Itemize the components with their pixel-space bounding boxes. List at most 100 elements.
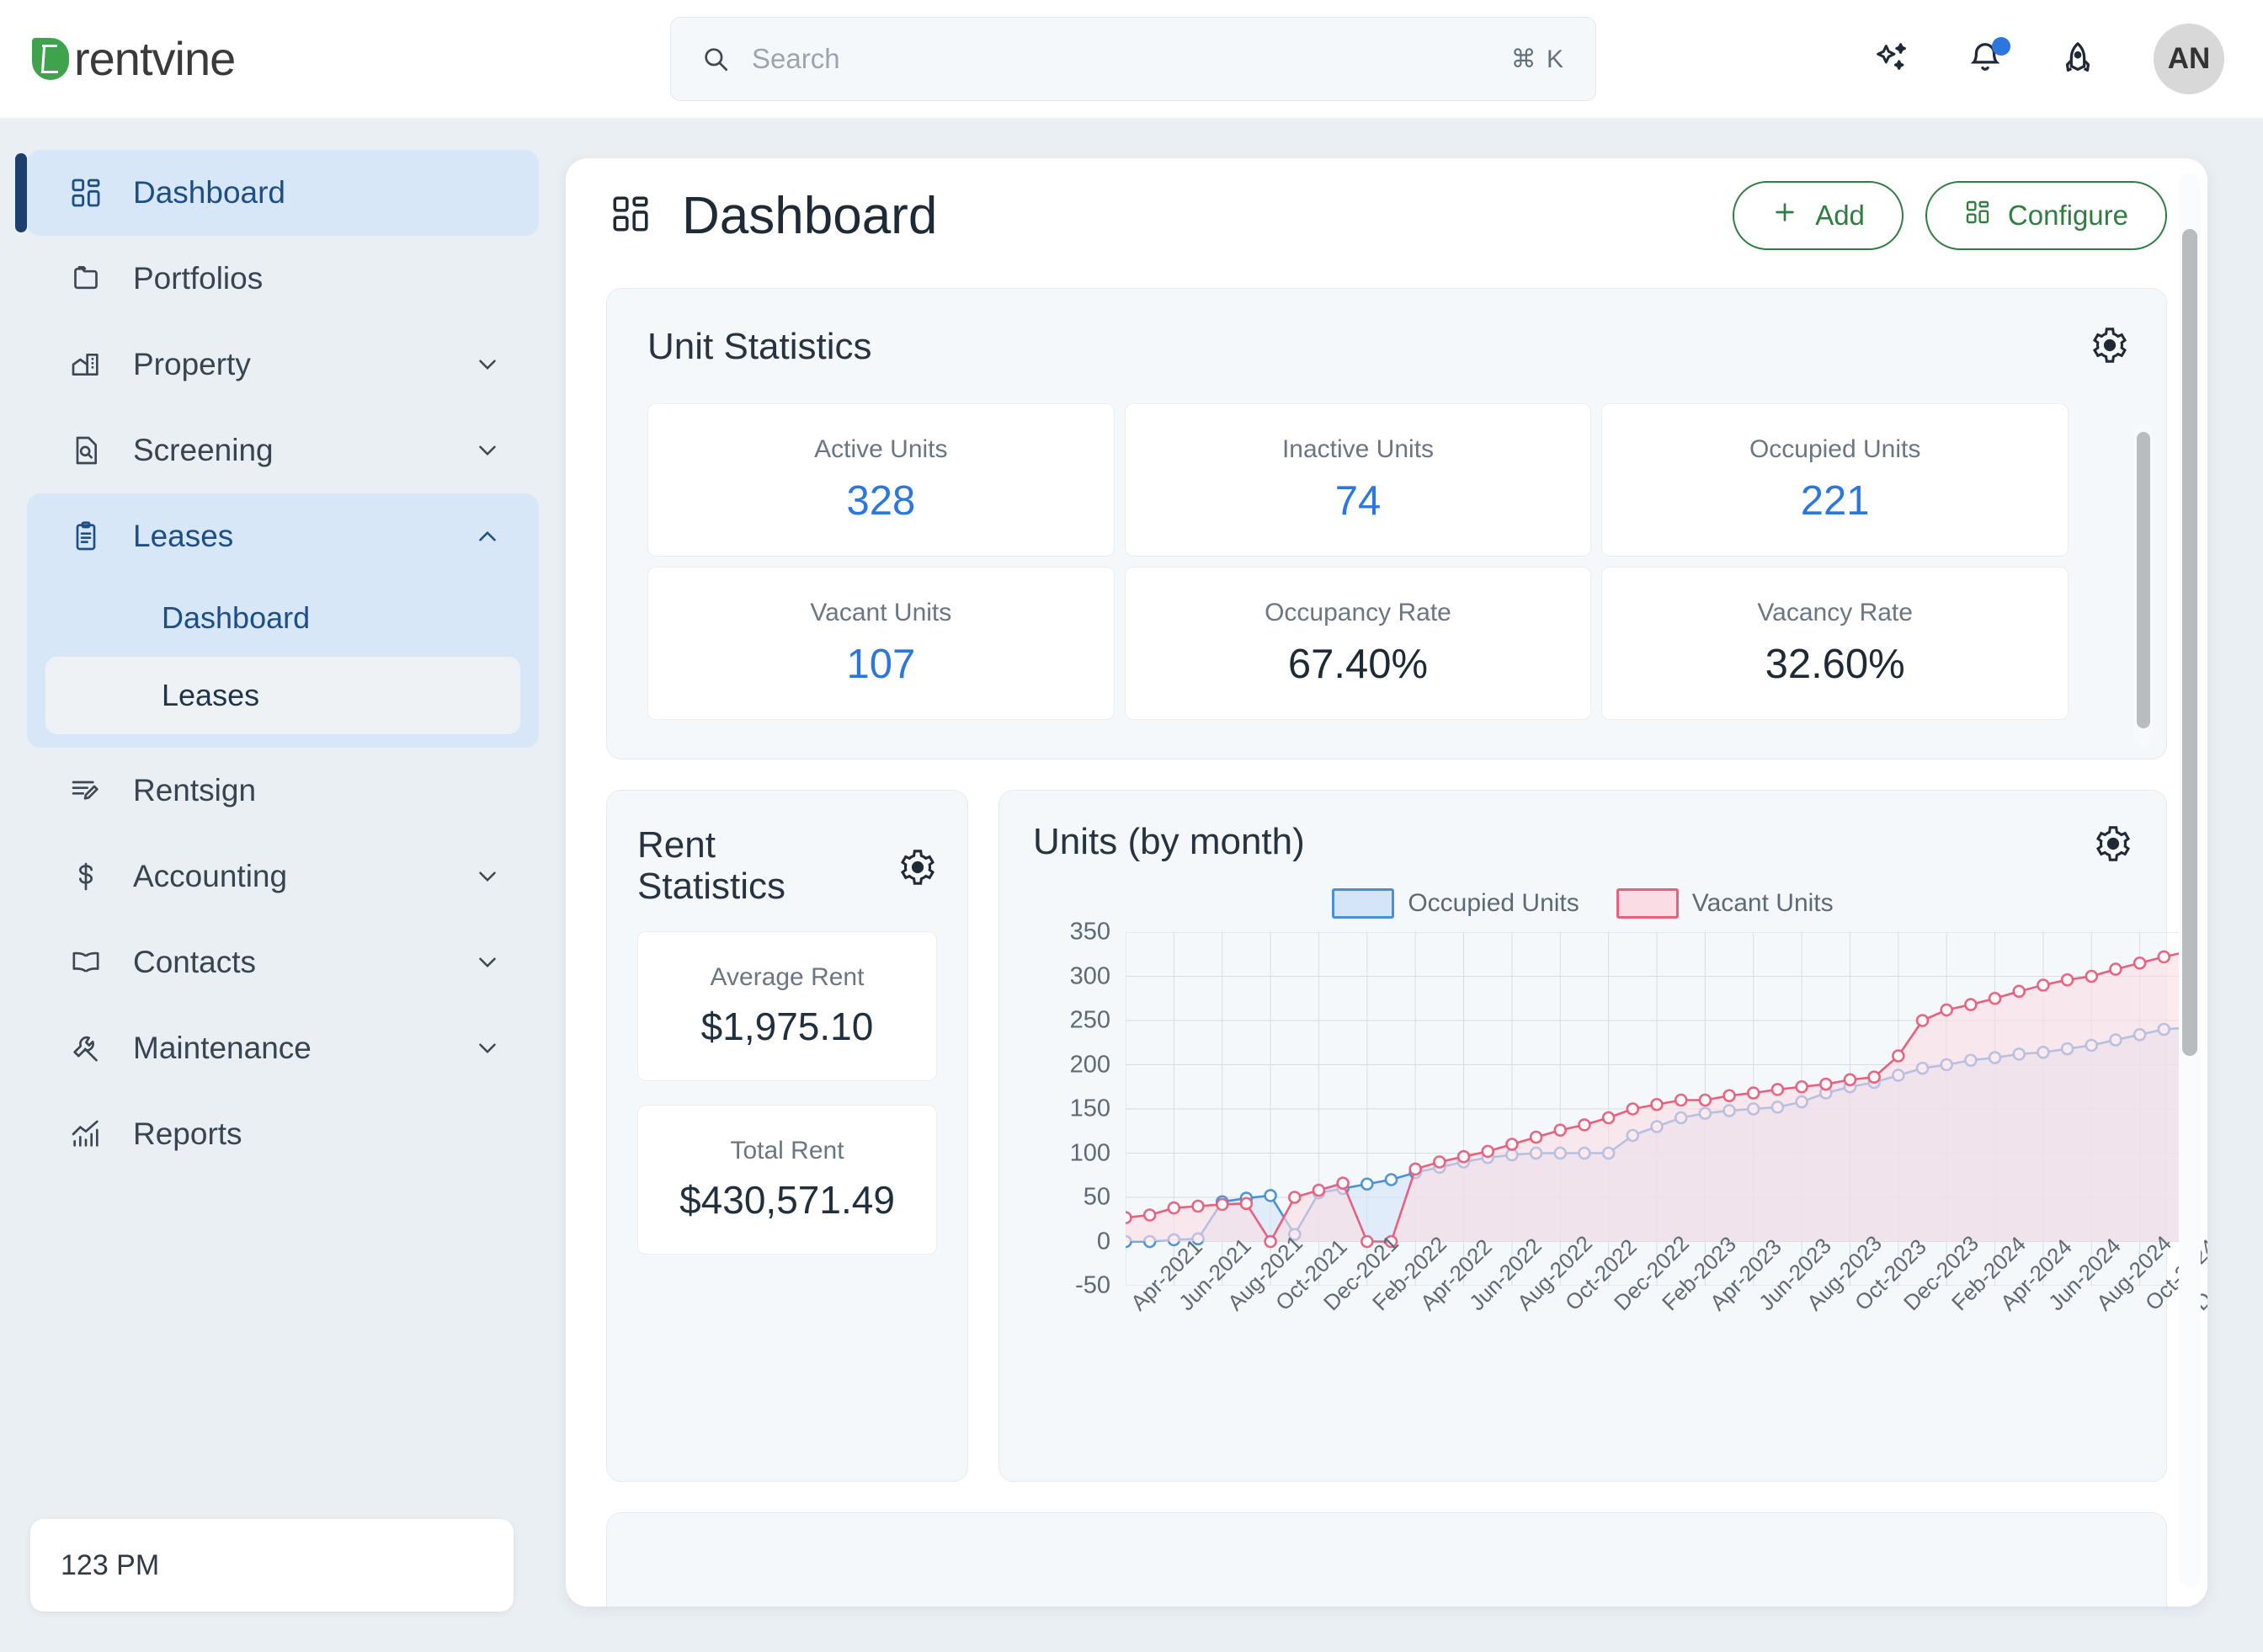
- rent-stat-value: $430,571.49: [679, 1177, 895, 1222]
- rocket-icon[interactable]: [2054, 35, 2101, 83]
- chevron-up-icon: [473, 522, 502, 551]
- scrollbar-thumb[interactable]: [2182, 229, 2197, 1056]
- rent-stat-card: Average Rent $1,975.10: [637, 930, 937, 1081]
- sidebar-item-reports[interactable]: Reports: [27, 1091, 539, 1177]
- add-button[interactable]: Add: [1733, 181, 1904, 250]
- y-axis-tick: 350: [1069, 918, 1110, 946]
- chevron-down-icon: [473, 350, 502, 379]
- sidebar-item-label: Property: [133, 347, 251, 381]
- stat-value: 328: [846, 478, 916, 524]
- stat-card: Vacancy Rate 32.60%: [1601, 567, 2069, 720]
- panel-scrollbar[interactable]: [2179, 173, 2201, 1588]
- rent-statistics-card: Rent Statistics Average Rent $1,975.10 T…: [606, 790, 968, 1482]
- stat-label: Occupancy Rate: [1265, 599, 1451, 626]
- main-panel: Dashboard Add Configure Unit Statistics …: [566, 158, 2207, 1607]
- y-axis-tick: 0: [1096, 1228, 1110, 1255]
- rent-stat-label: Total Rent: [730, 1136, 844, 1164]
- sidebar-item-property[interactable]: Property: [27, 322, 539, 408]
- stat-card: Occupied Units 221: [1601, 403, 2069, 557]
- sidebar: Dashboard Portfolios Property Screening …: [0, 118, 566, 1652]
- top-bar-actions: AN: [1869, 0, 2224, 118]
- grid-icon: [67, 174, 104, 211]
- gear-icon[interactable]: [898, 848, 937, 887]
- sidebar-item-accounting[interactable]: Accounting: [27, 834, 539, 919]
- x-axis-labels: Apr-2021 Jun-2021 Aug-2021 Oct-2021 Dec-2021…: [1126, 1230, 2207, 1407]
- rent-statistics-title: Rent Statistics: [637, 824, 786, 908]
- sidebar-item-label: Reports: [133, 1116, 242, 1151]
- stat-card: Active Units 328: [647, 403, 1115, 557]
- grid-icon: [1964, 199, 1991, 232]
- chart-svg: [1126, 932, 2188, 1286]
- leaf-icon: [32, 38, 69, 80]
- dashboard-row: Rent Statistics Average Rent $1,975.10 T…: [606, 790, 2207, 1482]
- unit-statistics-scrollbar[interactable]: [2134, 424, 2153, 747]
- rent-stat-card: Total Rent $430,571.49: [637, 1104, 937, 1255]
- bell-icon[interactable]: [1962, 35, 2010, 83]
- sidebar-item-contacts[interactable]: Contacts: [27, 919, 539, 1005]
- sparkles-icon[interactable]: [1869, 35, 1916, 83]
- y-axis-tick: 200: [1069, 1051, 1110, 1078]
- sidebar-item-label: Contacts: [133, 945, 257, 979]
- stat-card: Occupancy Rate 67.40%: [1124, 567, 1592, 720]
- y-axis-tick: 50: [1083, 1183, 1110, 1211]
- sidebar-item-portfolios[interactable]: Portfolios: [27, 236, 539, 322]
- legend-item-occupied[interactable]: Occupied Units: [1332, 888, 1579, 919]
- sidebar-subitem-dashboard[interactable]: Dashboard: [45, 579, 520, 657]
- sidebar-item-dashboard[interactable]: Dashboard: [15, 150, 539, 236]
- sidebar-item-label: Leases: [133, 519, 234, 553]
- brand-name: rentvine: [74, 32, 236, 85]
- stat-label: Inactive Units: [1281, 435, 1435, 463]
- chevron-down-icon: [473, 1034, 502, 1063]
- stat-value: 107: [846, 642, 916, 687]
- document-search-icon: [67, 432, 104, 469]
- y-axis-tick: 150: [1069, 1095, 1110, 1122]
- sidebar-item-maintenance[interactable]: Maintenance: [27, 1005, 539, 1091]
- rent-stat-value: $1,975.10: [700, 1004, 874, 1048]
- brand-logo[interactable]: rentvine: [32, 32, 236, 85]
- y-axis-tick: -50: [1075, 1271, 1110, 1299]
- sidebar-item-screening[interactable]: Screening: [27, 408, 539, 493]
- search-bar[interactable]: ⌘ K: [670, 17, 1596, 101]
- notification-badge: [1992, 37, 2010, 56]
- folders-icon: [67, 260, 104, 297]
- building-icon: [67, 346, 104, 383]
- top-bar: rentvine ⌘ K: [0, 0, 2263, 118]
- wrench-icon: [67, 1030, 104, 1067]
- sidebar-subitem-leases[interactable]: Leases: [45, 657, 520, 734]
- sidebar-item-rentsign[interactable]: Rentsign: [27, 748, 539, 834]
- avatar[interactable]: AN: [2154, 24, 2224, 94]
- header-actions: Add Configure: [1733, 181, 2167, 250]
- sidebar-item-label: Portfolios: [133, 261, 264, 296]
- legend-label: Occupied Units: [1408, 889, 1579, 917]
- configure-button[interactable]: Configure: [1925, 181, 2167, 250]
- search-input[interactable]: [752, 43, 1511, 75]
- gear-icon[interactable]: [2090, 326, 2129, 365]
- plus-icon: [1771, 199, 1798, 232]
- legend-label: Vacant Units: [1691, 889, 1834, 917]
- sidebar-item-label: Maintenance: [133, 1031, 311, 1065]
- gear-icon[interactable]: [2094, 824, 2133, 863]
- rent-stat-label: Average Rent: [710, 962, 865, 991]
- y-axis-tick: 300: [1069, 962, 1110, 989]
- y-axis-tick: 250: [1069, 1006, 1110, 1034]
- time-chip[interactable]: 123 PM: [30, 1519, 514, 1612]
- chart-icon: [67, 1116, 104, 1153]
- scrollbar-thumb[interactable]: [2137, 432, 2150, 728]
- chevron-down-icon: [473, 436, 502, 465]
- sidebar-item-label: Screening: [133, 433, 274, 467]
- recent-payments-card: Recent Payments: [606, 1512, 2167, 1607]
- stat-label: Active Units: [814, 435, 948, 463]
- stat-label: Vacant Units: [810, 599, 952, 626]
- grid-icon: [610, 193, 652, 239]
- sidebar-item-label: Rentsign: [133, 773, 257, 807]
- stat-card: Inactive Units 74: [1124, 403, 1592, 557]
- stat-label: Vacancy Rate: [1757, 599, 1913, 626]
- configure-button-label: Configure: [2007, 200, 2128, 231]
- stat-value: 32.60%: [1765, 642, 1905, 687]
- sidebar-item-leases[interactable]: Leases: [27, 493, 539, 579]
- stat-value: 221: [1800, 478, 1870, 524]
- legend-item-vacant[interactable]: Vacant Units: [1616, 888, 1834, 919]
- search-icon: [701, 45, 730, 73]
- y-axis-tick: 100: [1069, 1139, 1110, 1166]
- chevron-down-icon: [473, 862, 502, 891]
